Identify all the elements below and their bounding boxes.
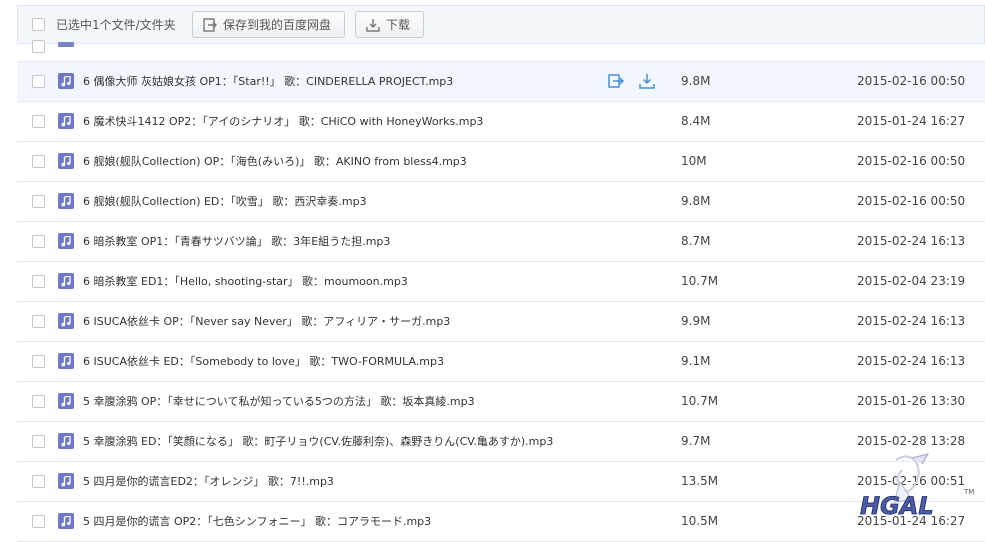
file-name[interactable]: 6 暗杀教室 OP1：「青春サツバツ論」 歌：3年E組うた担.mp3 xyxy=(83,222,390,261)
file-row[interactable]: 5 幸腹涂鸦 ED：「笑顔になる」 歌：町子リョウ(CV.佐藤利奈)、森野きりん… xyxy=(17,422,985,462)
download-icon xyxy=(366,18,380,32)
file-row[interactable]: 5 四月是你的谎言 OP2：「七色シンフォニー」 歌：コアラモード.mp3 10.… xyxy=(17,502,985,542)
music-file-icon xyxy=(58,113,74,129)
file-name[interactable]: 5 幸腹涂鸦 OP：「幸せについて私が知っている5つの方法」 歌：坂本真綾.mp… xyxy=(83,382,475,421)
file-size: 13.5M xyxy=(681,474,719,488)
row-checkbox[interactable] xyxy=(32,475,45,488)
file-size: 10M xyxy=(681,154,707,168)
save-to-netdisk-icon[interactable] xyxy=(608,73,625,93)
file-date: 2015-01-26 13:30 xyxy=(857,394,966,408)
row-checkbox[interactable] xyxy=(32,515,45,528)
file-date: 2015-02-16 00:50 xyxy=(857,194,966,208)
file-size: 9.8M xyxy=(681,74,711,88)
file-row[interactable]: 6 ISUCA依丝卡 OP：「Never say Never」 歌：アフィリア・… xyxy=(17,302,985,342)
watermark-logo: HGAL TM xyxy=(860,453,974,520)
select-all-checkbox[interactable] xyxy=(32,18,45,31)
selection-toolbar: 已选中1个文件/文件夹 保存到我的百度网盘 下载 xyxy=(17,5,985,44)
file-list: 6 偶像大师 灰姑娘女孩 OP1：「Star!!」 歌：CINDERELLA P… xyxy=(17,40,985,542)
file-size: 9.7M xyxy=(681,434,711,448)
file-size: 10.7M xyxy=(681,274,719,288)
file-date: 2015-02-04 23:19 xyxy=(857,274,966,288)
music-file-icon xyxy=(58,433,74,449)
music-file-icon xyxy=(58,42,74,47)
download-button-label: 下载 xyxy=(386,18,411,32)
download-button[interactable]: 下载 xyxy=(355,11,424,38)
save-to-netdisk-button[interactable]: 保存到我的百度网盘 xyxy=(192,11,345,38)
row-checkbox[interactable] xyxy=(32,315,45,328)
file-name[interactable]: 6 ISUCA依丝卡 OP：「Never say Never」 歌：アフィリア・… xyxy=(83,302,450,341)
row-checkbox[interactable] xyxy=(32,75,45,88)
file-size: 10.5M xyxy=(681,514,719,528)
music-file-icon xyxy=(58,393,74,409)
file-name[interactable]: 5 四月是你的谎言 OP2：「七色シンフォニー」 歌：コアラモード.mp3 xyxy=(83,502,431,541)
file-date: 2015-02-24 16:13 xyxy=(857,354,966,368)
row-checkbox[interactable] xyxy=(32,155,45,168)
music-file-icon xyxy=(58,473,74,489)
file-name[interactable]: 5 四月是你的谎言ED2：「オレンジ」 歌：7!!.mp3 xyxy=(83,462,334,501)
file-row[interactable]: 5 幸腹涂鸦 OP：「幸せについて私が知っている5つの方法」 歌：坂本真綾.mp… xyxy=(17,382,985,422)
file-date: 2015-02-24 16:13 xyxy=(857,314,966,328)
row-checkbox[interactable] xyxy=(32,275,45,288)
music-file-icon xyxy=(58,353,74,369)
music-file-icon xyxy=(58,273,74,289)
file-name[interactable]: 6 魔术快斗1412 OP2：「アイのシナリオ」 歌：CHiCO with Ho… xyxy=(83,102,483,141)
file-row[interactable]: 6 暗杀教室 ED1：「Hello, shooting-star」 歌：moum… xyxy=(17,262,985,302)
row-checkbox[interactable] xyxy=(32,115,45,128)
file-name[interactable]: 6 舰娘(舰队Collection) ED：「吹雪」 歌：西沢幸奏.mp3 xyxy=(83,182,367,221)
file-size: 8.4M xyxy=(681,114,711,128)
file-row[interactable]: 6 ISUCA依丝卡 ED：「Somebody to love」 歌：TWO-F… xyxy=(17,342,985,382)
music-file-icon xyxy=(58,73,74,89)
watermark-tm: TM xyxy=(963,488,974,496)
file-date: 2015-02-16 00:50 xyxy=(857,154,966,168)
save-icon xyxy=(203,17,217,32)
file-name[interactable]: 5 幸腹涂鸦 ED：「笑顔になる」 歌：町子リョウ(CV.佐藤利奈)、森野きりん… xyxy=(83,422,553,461)
row-checkbox[interactable] xyxy=(32,355,45,368)
row-checkbox[interactable] xyxy=(32,195,45,208)
file-row[interactable]: 6 舰娘(舰队Collection) ED：「吹雪」 歌：西沢幸奏.mp3 9.8… xyxy=(17,182,985,222)
file-name[interactable]: 6 偶像大师 灰姑娘女孩 OP1：「Star!!」 歌：CINDERELLA P… xyxy=(83,62,453,101)
music-file-icon xyxy=(58,153,74,169)
file-name[interactable]: 6 ISUCA依丝卡 ED：「Somebody to love」 歌：TWO-F… xyxy=(83,342,444,381)
music-file-icon xyxy=(58,193,74,209)
save-button-label: 保存到我的百度网盘 xyxy=(223,18,332,32)
row-checkbox[interactable] xyxy=(32,40,45,53)
row-checkbox[interactable] xyxy=(32,435,45,448)
file-date: 2015-02-24 16:13 xyxy=(857,234,966,248)
file-row[interactable]: 6 偶像大师 灰姑娘女孩 OP1：「Star!!」 歌：CINDERELLA P… xyxy=(17,62,985,102)
row-checkbox[interactable] xyxy=(32,395,45,408)
file-size: 9.8M xyxy=(681,194,711,208)
file-row[interactable]: 6 魔术快斗1412 OP2：「アイのシナリオ」 歌：CHiCO with Ho… xyxy=(17,102,985,142)
file-date: 2015-01-24 16:27 xyxy=(857,114,966,128)
file-size: 9.1M xyxy=(681,354,711,368)
file-name[interactable]: 6 暗杀教室 ED1：「Hello, shooting-star」 歌：moum… xyxy=(83,262,408,301)
music-file-icon xyxy=(58,513,74,529)
file-size: 8.7M xyxy=(681,234,711,248)
file-date: 2015-02-16 00:50 xyxy=(857,74,966,88)
file-name[interactable]: 6 舰娘(舰队Collection) OP：「海色(みいろ)」 歌：AKINO … xyxy=(83,142,467,181)
music-file-icon xyxy=(58,233,74,249)
music-file-icon xyxy=(58,313,74,329)
file-size: 9.9M xyxy=(681,314,711,328)
file-row[interactable]: 5 四月是你的谎言ED2：「オレンジ」 歌：7!!.mp3 13.5M 2015-0… xyxy=(17,462,985,502)
download-icon[interactable] xyxy=(639,73,655,93)
file-row[interactable]: 6 舰娘(舰队Collection) OP：「海色(みいろ)」 歌：AKINO … xyxy=(17,142,985,182)
selection-count-text: 已选中1个文件/文件夹 xyxy=(56,18,176,32)
file-row[interactable]: 6 暗杀教室 OP1：「青春サツバツ論」 歌：3年E組うた担.mp3 8.7M 20… xyxy=(17,222,985,262)
row-checkbox[interactable] xyxy=(32,235,45,248)
file-size: 10.7M xyxy=(681,394,719,408)
partial-row xyxy=(17,40,985,62)
watermark-text: HGAL xyxy=(860,492,934,520)
